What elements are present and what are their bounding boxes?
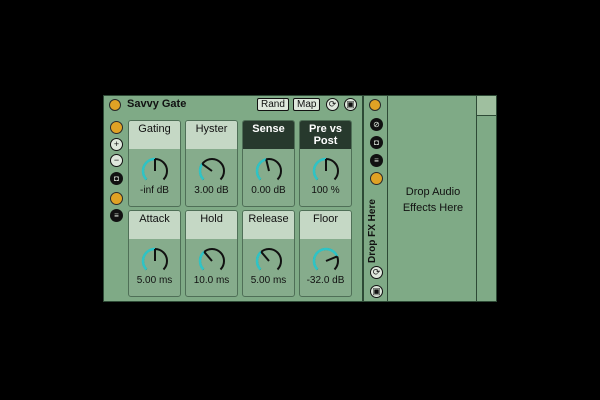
param-label: Sense [243, 121, 294, 149]
param-label: Attack [129, 211, 180, 239]
param-value[interactable]: 3.00 dB [186, 185, 237, 196]
knob-fill [312, 247, 339, 271]
knob-needle [265, 159, 270, 172]
param-value[interactable]: -32.0 dB [300, 275, 351, 286]
knob-needle [203, 251, 213, 262]
map-button[interactable]: Map [293, 98, 321, 111]
rack-side-strip: ⊘ ◘ ≡ Drop FX Here ⟳ ▣ [364, 96, 388, 301]
param-value[interactable]: 0.00 dB [243, 185, 294, 196]
knob-needle [325, 255, 338, 262]
param-knob[interactable] [196, 154, 228, 186]
param-knob[interactable] [253, 244, 285, 276]
param-label: Hold [186, 211, 237, 239]
device-title: Savvy Gate [127, 98, 187, 110]
param-value[interactable]: 5.00 ms [129, 275, 180, 286]
drop-fx-vertical-label: Drop FX Here [367, 199, 378, 263]
save-preset-icon[interactable]: ▣ [344, 98, 357, 111]
param-label: Gating [129, 121, 180, 149]
param-label: Hyster [186, 121, 237, 149]
device-power-button[interactable] [109, 99, 121, 111]
param-knob[interactable] [310, 244, 342, 276]
param-knob[interactable] [139, 244, 171, 276]
drop-fx-rack: ⊘ ◘ ≡ Drop FX Here ⟳ ▣ Drop Audio Effect… [363, 95, 497, 302]
param-release: Release 5.00 ms [242, 210, 295, 297]
param-sense: Sense 0.00 dB [242, 120, 295, 207]
rack-save-icon[interactable]: ▣ [370, 285, 383, 298]
param-knob[interactable] [196, 244, 228, 276]
camera-icon[interactable]: ◘ [110, 172, 123, 185]
rack-power-button[interactable] [369, 99, 381, 111]
param-label: Pre vs Post [300, 121, 351, 149]
knob-fill [255, 158, 267, 181]
param-knob[interactable] [310, 154, 342, 186]
rack-list-icon[interactable]: ≡ [370, 154, 383, 167]
rack-collapse-icon[interactable] [370, 172, 383, 185]
param-value[interactable]: -inf dB [129, 185, 180, 196]
knob-fill [198, 163, 205, 181]
minus-icon[interactable]: − [110, 154, 123, 167]
param-gating: Gating -inf dB [128, 120, 181, 207]
param-value[interactable]: 100 % [300, 185, 351, 196]
rack-swap-icon[interactable]: ⊘ [370, 118, 383, 131]
rack-camera-icon[interactable]: ◘ [370, 136, 383, 149]
param-knob[interactable] [139, 154, 171, 186]
plus-icon[interactable]: + [110, 138, 123, 151]
device-title-bar[interactable]: Savvy Gate Rand Map ⟳ ▣ [104, 96, 362, 114]
knob-fill [255, 250, 263, 271]
param-label: Release [243, 211, 294, 239]
param-hold: Hold 10.0 ms [185, 210, 238, 297]
knob-fill [198, 250, 206, 271]
macro-power-icon[interactable] [110, 121, 123, 134]
collapse-icon[interactable] [110, 192, 123, 205]
param-knob[interactable] [253, 154, 285, 186]
param-floor: Floor -32.0 dB [299, 210, 352, 297]
rand-button[interactable]: Rand [257, 98, 289, 111]
rack-scrollbar[interactable] [476, 96, 496, 301]
list-icon[interactable]: ≡ [110, 209, 123, 222]
knob-needle [260, 251, 270, 262]
param-value[interactable]: 5.00 ms [243, 275, 294, 286]
knob-fill [141, 157, 156, 181]
knob-fill [141, 247, 156, 271]
param-label: Floor [300, 211, 351, 239]
param-value[interactable]: 10.0 ms [186, 275, 237, 286]
param-hyster: Hyster 3.00 dB [185, 120, 238, 207]
knob-needle [201, 163, 213, 172]
rack-scrollbar-thumb[interactable] [477, 96, 496, 116]
rack-sync-icon[interactable]: ⟳ [370, 266, 383, 279]
hot-swap-icon[interactable]: ⟳ [326, 98, 339, 111]
param-pre-vs-post: Pre vs Post 100 % [299, 120, 352, 207]
savvy-gate-device: Savvy Gate Rand Map ⟳ ▣ + − ◘ ≡ Gating -i… [103, 95, 363, 302]
param-attack: Attack 5.00 ms [128, 210, 181, 297]
drop-audio-effects-zone[interactable]: Drop Audio Effects Here [392, 184, 474, 216]
knob-track [199, 158, 225, 181]
knob-fill [312, 157, 327, 181]
